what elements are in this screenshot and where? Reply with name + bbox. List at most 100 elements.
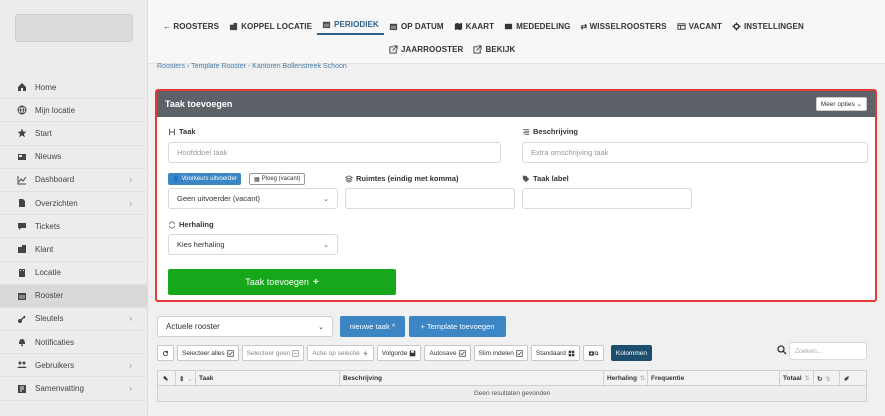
edit-icon[interactable]: ✎ <box>163 375 168 383</box>
summary-icon <box>16 383 28 395</box>
pencil-icon[interactable]: ✐ <box>844 375 849 383</box>
rooster-select[interactable]: Actuele rooster ⌄ <box>157 316 333 337</box>
column-taak[interactable]: Taak <box>199 375 213 382</box>
task-tag-input[interactable] <box>522 188 692 209</box>
rooms-input[interactable] <box>345 188 515 209</box>
tab-vacant[interactable]: VACANT <box>672 19 727 33</box>
add-task-button[interactable]: Taak toevoegen + <box>168 269 396 295</box>
slim-indelen-button[interactable]: Slim indelen <box>473 345 528 361</box>
camera-button[interactable] <box>582 345 604 361</box>
tab-instellingen[interactable]: INSTELLINGEN <box>727 19 809 33</box>
selecteer-alles-button[interactable]: Selecteer alles <box>177 345 239 361</box>
new-task-button[interactable]: nieuwe taak ^ <box>340 316 405 337</box>
newspaper-icon <box>16 151 28 163</box>
column-herhaling[interactable]: Herhaling ⇅ <box>607 375 645 382</box>
sidebar-item-locatie[interactable]: Locatie <box>0 262 148 285</box>
sidebar-item-dashboard[interactable]: Dashboard › <box>0 169 148 192</box>
refresh-icon <box>162 350 169 357</box>
kolommen-button[interactable]: Kolommen <box>610 345 652 361</box>
sidebar-item-samenvatting[interactable]: Samenvatting › <box>0 377 148 401</box>
sidebar-item-label: Sleutels <box>35 314 64 324</box>
repeat-label: Herhaling <box>168 220 214 229</box>
sidebar-item-label: Nieuws <box>35 152 62 162</box>
sidebar-item-label: Mijn locatie <box>35 105 76 115</box>
selecteer-geen-button[interactable]: Selecteer geen <box>241 345 305 361</box>
team-vacant-button[interactable]: ▦ Ploeg (vacant) <box>249 173 306 185</box>
tab-bekijk[interactable]: BEKIJK <box>468 42 520 56</box>
location-building-icon <box>16 267 28 279</box>
heading-icon <box>168 128 176 136</box>
sidebar-item-mijn-locatie[interactable]: Mijn locatie <box>0 99 148 123</box>
sidebar-item-gebruikers[interactable]: Gebruikers › <box>0 354 148 378</box>
layers-icon <box>345 174 353 183</box>
preferred-executor-button[interactable]: 👤 Voorkeurs uitvoerder <box>168 173 241 185</box>
sidebar-item-label: Gebruikers <box>35 360 75 370</box>
home-icon <box>16 81 28 93</box>
column-beschrijving[interactable]: Beschrijving <box>343 375 382 382</box>
sidebar-item-label: Dashboard <box>35 175 75 185</box>
card-header: Taak toevoegen Meer opties ⌄ <box>157 91 875 117</box>
autosave-button[interactable]: Autosave <box>424 345 471 361</box>
users-icon <box>16 359 28 371</box>
sidebar-item-label: Start <box>35 128 52 138</box>
checkbox-icon <box>457 349 466 357</box>
search-input[interactable]: Zoeken... <box>789 342 867 360</box>
executor-select[interactable]: Geen uitvoerder (vacant) ⌄ <box>168 188 338 209</box>
map-icon <box>454 22 463 31</box>
refresh-button[interactable] <box>157 345 174 361</box>
tab-koppel-locatie[interactable]: KOPPEL LOCATIE <box>224 19 317 33</box>
sidebar-item-home[interactable]: Home <box>0 76 148 100</box>
grid-icon <box>566 350 575 357</box>
tab-mededeling[interactable]: MEDEDELING <box>499 19 575 33</box>
column-frequentie[interactable]: Frequentie <box>651 375 684 382</box>
add-task-card: Taak toevoegen Meer opties ⌄ Taak Hoofdd… <box>155 89 877 302</box>
sidebar-item-label: Tickets <box>35 221 61 231</box>
tab-wisselroosters[interactable]: ⇄ WISSELROOSTERS <box>576 19 672 33</box>
repeat-select[interactable]: Kies herhaling ⌄ <box>168 234 338 255</box>
table-toolbar: Selecteer alles Selecteer geen Actie op se… <box>157 345 655 361</box>
tab-periodiek[interactable]: PERIODIEK <box>317 17 384 35</box>
sidebar-item-klant[interactable]: Klant <box>0 238 148 262</box>
sort-order-icon[interactable]: ⇕ ⌄ <box>179 375 192 383</box>
tab-row-secondary: JAARROOSTER BEKIJK <box>384 42 520 56</box>
search-icon <box>777 345 787 355</box>
sidebar-item-notificaties[interactable]: Notificaties <box>0 331 148 355</box>
more-options-button[interactable]: Meer opties ⌄ <box>815 97 867 111</box>
tab-op-datum[interactable]: OP DATUM <box>384 19 449 33</box>
chevron-right-icon: › <box>129 175 132 185</box>
tab-roosters[interactable]: ← ROOSTERS <box>158 19 224 33</box>
refresh-column-icon[interactable]: ↻ ⇅ <box>817 375 830 383</box>
sidebar-item-nieuws[interactable]: Nieuws <box>0 146 148 169</box>
sidebar-item-label: Notificaties <box>35 337 75 347</box>
volgorde-button[interactable]: Volgorde <box>376 345 422 361</box>
tab-jaarrooster[interactable]: JAARROOSTER <box>384 42 468 56</box>
task-label: Taak <box>168 127 196 136</box>
task-input[interactable]: Hoofddoel taak <box>168 142 501 163</box>
checkbox-icon <box>514 349 523 357</box>
camera-icon <box>588 350 599 357</box>
globe-icon <box>16 104 28 116</box>
card-title: Taak toevoegen <box>165 99 233 109</box>
chevron-down-icon: ⌄ <box>318 323 324 331</box>
column-totaal[interactable]: Totaal ⇅ <box>783 375 810 382</box>
standaard-button[interactable]: Standaard <box>530 345 580 361</box>
sidebar-item-rooster[interactable]: Rooster <box>0 284 148 308</box>
description-input[interactable]: Extra omschrijving taak <box>522 142 868 163</box>
chevron-right-icon: › <box>129 384 132 394</box>
actie-op-selectie-button[interactable]: Actie op selectie <box>307 345 374 361</box>
sidebar-item-overzichten[interactable]: Overzichten › <box>0 192 148 216</box>
breadcrumb[interactable]: Roosters › Template Rooster - Kantoren B… <box>157 63 347 70</box>
sidebar-item-label: Samenvatting <box>35 384 84 394</box>
sidebar-item-tickets[interactable]: Tickets <box>0 215 148 239</box>
checkbox-icon <box>225 349 234 357</box>
sidebar-item-sleutels[interactable]: Sleutels › <box>0 308 148 332</box>
add-template-button[interactable]: + Template toevoegen <box>409 316 506 337</box>
sidebar-menu: Home Mijn locatie Start Nieuws Dashboard › Ove… <box>0 76 148 401</box>
sidebar: Home Mijn locatie Start Nieuws Dashboard › Ove… <box>0 0 148 416</box>
logo-placeholder <box>15 14 133 42</box>
sidebar-item-start[interactable]: Start <box>0 122 148 146</box>
bell-icon <box>16 336 28 348</box>
checkbox-empty-icon <box>290 349 300 357</box>
tab-kaart[interactable]: KAART <box>449 19 500 33</box>
chevron-right-icon: › <box>129 314 132 324</box>
